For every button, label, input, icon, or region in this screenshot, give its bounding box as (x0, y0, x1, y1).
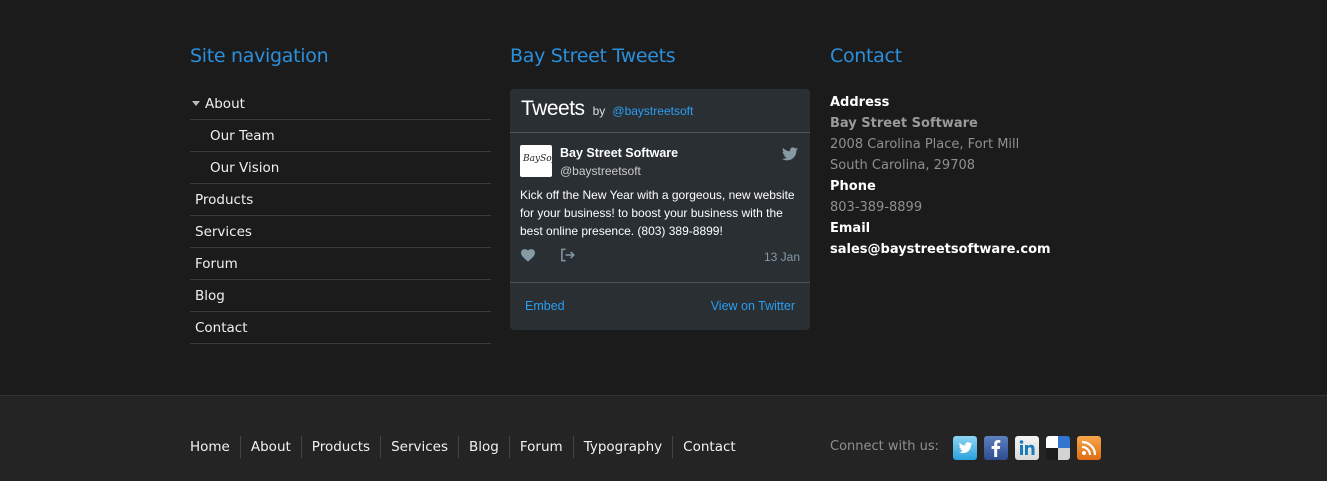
address-line-2: South Carolina, 29708 (830, 158, 976, 173)
tweet-author-handle[interactable]: @baystreetsoft (560, 164, 641, 178)
footer-link-blog[interactable]: Blog (458, 436, 509, 458)
heart-icon[interactable] (521, 249, 535, 262)
nav-item-label: Services (195, 224, 252, 240)
email-link[interactable]: sales@baystreetsoftware.com (830, 239, 1130, 260)
address-label: Address (830, 95, 890, 110)
contact-heading: Contact (830, 45, 902, 67)
nav-item-label: Our Team (210, 128, 275, 144)
footer-link-typography[interactable]: Typography (572, 436, 672, 458)
nav-item-label: Products (195, 192, 254, 208)
timeline-title: Tweets (521, 97, 585, 120)
nav-item-about[interactable]: About (190, 88, 491, 120)
tweet: BaySoft Bay Street Software @baystreetso… (510, 133, 810, 283)
nav-item-services[interactable]: Services (190, 216, 491, 248)
phone-number: 803-389-8899 (830, 200, 923, 215)
footer-navigation: Home About Products Services Blog Forum … (190, 436, 746, 458)
footer-link-about[interactable]: About (239, 436, 301, 458)
nav-item-contact[interactable]: Contact (190, 312, 491, 344)
address-line-1: 2008 Carolina Place, Fort Mill (830, 137, 1020, 152)
email-label: Email (830, 221, 871, 236)
nav-item-products[interactable]: Products (190, 184, 491, 216)
nav-item-label: Blog (195, 288, 225, 304)
linkedin-icon[interactable] (1015, 436, 1039, 460)
footer-link-contact[interactable]: Contact (672, 436, 746, 458)
nav-item-label: Contact (195, 320, 248, 336)
tweets-section: Bay Street Tweets Tweets by @baystreetso… (510, 42, 811, 330)
footer-link-forum[interactable]: Forum (508, 436, 573, 458)
share-icon[interactable] (560, 248, 575, 262)
footer-widgets-area: Site navigation About Our Team Our Visio… (0, 0, 1327, 395)
footer-bar: Home About Products Services Blog Forum … (0, 395, 1327, 481)
phone-label: Phone (830, 179, 876, 194)
nav-item-label: Our Vision (210, 160, 280, 176)
nav-item-blog[interactable]: Blog (190, 280, 491, 312)
footer-link-products[interactable]: Products (300, 436, 380, 458)
twitter-timeline-widget: Tweets by @baystreetsoft BaySoft Bay Str… (510, 89, 810, 330)
site-navigation-list: About Our Team Our Vision Products Servi… (190, 88, 491, 344)
timeline-by: by (592, 104, 606, 118)
company-name: Bay Street Software (830, 116, 978, 131)
timeline-header: Tweets by @baystreetsoft (510, 89, 810, 133)
contact-section: Contact Address Bay Street Software 2008… (830, 42, 1130, 260)
tweets-heading: Bay Street Tweets (510, 45, 676, 67)
nav-item-label: About (205, 96, 245, 112)
nav-item-label: Forum (195, 256, 238, 272)
footer-link-services[interactable]: Services (380, 436, 458, 458)
view-on-twitter-link[interactable]: View on Twitter (711, 299, 795, 313)
site-navigation-heading: Site navigation (190, 45, 329, 67)
twitter-bird-icon[interactable] (782, 147, 798, 161)
footer-link-home[interactable]: Home (190, 436, 240, 458)
twitter-icon[interactable] (953, 436, 977, 460)
tweet-author-name[interactable]: Bay Street Software (560, 146, 678, 160)
site-navigation-section: Site navigation About Our Team Our Visio… (190, 42, 491, 344)
contact-details: Address Bay Street Software 2008 Carolin… (830, 92, 1130, 260)
timeline-handle-link[interactable]: @baystreetsoft (612, 104, 693, 118)
timeline-footer: Embed View on Twitter (510, 283, 810, 329)
delicious-icon[interactable] (1046, 436, 1070, 460)
nav-item-our-team[interactable]: Our Team (190, 120, 491, 152)
avatar[interactable]: BaySoft (520, 145, 552, 177)
connect-label: Connect with us: (830, 439, 939, 454)
facebook-icon[interactable] (984, 436, 1008, 460)
rss-icon[interactable] (1077, 436, 1101, 460)
embed-link[interactable]: Embed (525, 299, 565, 313)
nav-item-our-vision[interactable]: Our Vision (190, 152, 491, 184)
caret-down-icon[interactable] (192, 101, 200, 106)
tweet-date[interactable]: 13 Jan (764, 250, 800, 264)
tweet-text: Kick off the New Year with a gorgeous, n… (520, 188, 795, 238)
nav-item-forum[interactable]: Forum (190, 248, 491, 280)
